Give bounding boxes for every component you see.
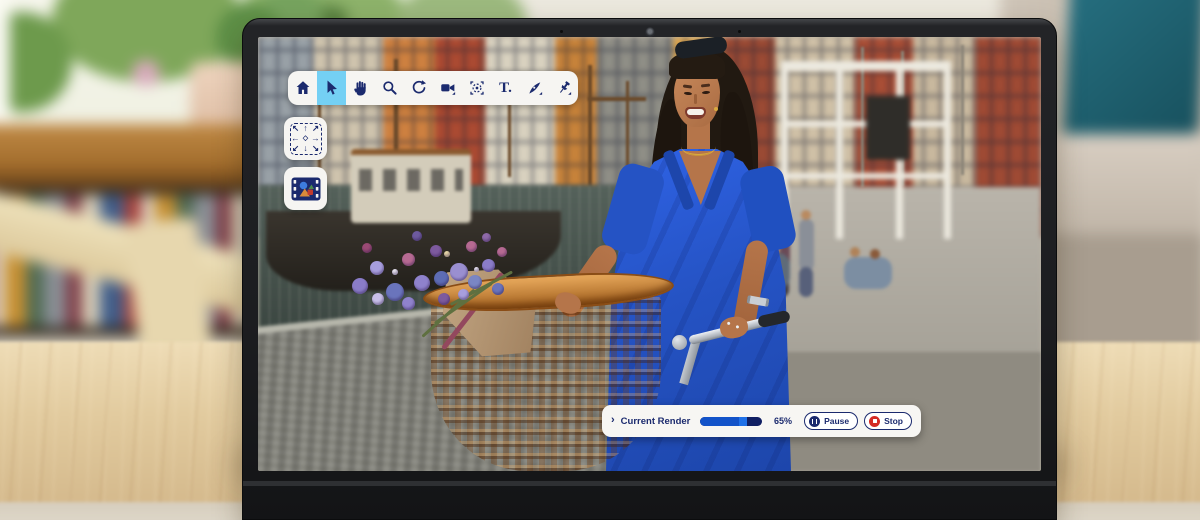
laptop: T. ↖↑↗ ←◇→ ↙↓↘ xyxy=(242,18,1057,520)
rotate-icon xyxy=(410,79,428,97)
microphone-dot xyxy=(560,30,563,33)
text-tool-label: T. xyxy=(499,81,512,96)
magnifier-icon xyxy=(381,79,399,97)
select-region-icon xyxy=(468,79,486,97)
smile xyxy=(685,107,706,119)
tool-rotate[interactable] xyxy=(404,71,433,105)
render-progress-panel: › Current Render 65% Pause Stop xyxy=(602,405,921,437)
tool-zoom[interactable] xyxy=(375,71,404,105)
move-arrows-icon: ↖↑↗ ←◇→ ↙↓↘ xyxy=(290,123,322,155)
laptop-screen: T. ↖↑↗ ←◇→ ↙↓↘ xyxy=(258,37,1041,471)
stop-icon xyxy=(869,416,880,427)
pointer-icon xyxy=(323,79,341,97)
person-head xyxy=(850,247,860,257)
transform-move-button[interactable]: ↖↑↗ ←◇→ ↙↓↘ xyxy=(284,117,327,160)
person-head xyxy=(870,249,880,259)
tool-video[interactable] xyxy=(433,71,462,105)
pause-icon xyxy=(809,416,820,427)
hand-icon xyxy=(352,79,370,97)
person-head xyxy=(801,210,811,220)
expand-chevron[interactable]: › xyxy=(611,415,615,426)
seated-group xyxy=(844,257,892,289)
pin-icon xyxy=(555,79,573,97)
person xyxy=(799,219,814,271)
home-icon xyxy=(294,79,312,97)
tool-select-region[interactable] xyxy=(462,71,491,105)
flower-bouquet xyxy=(342,223,532,349)
tool-pin[interactable] xyxy=(549,71,578,105)
render-label: Current Render xyxy=(621,416,691,427)
media-frames-button[interactable] xyxy=(284,167,327,210)
boat-mast xyxy=(961,45,964,175)
person-legs xyxy=(799,267,813,297)
progress-percent: 65% xyxy=(774,416,792,426)
dark-sign xyxy=(866,96,910,160)
boat-wheelhouse xyxy=(351,149,471,223)
pen-icon xyxy=(526,79,544,97)
progress-bar xyxy=(700,417,762,426)
stop-button[interactable]: Stop xyxy=(864,412,912,430)
tool-text[interactable]: T. xyxy=(491,71,520,105)
tool-home[interactable] xyxy=(288,71,317,105)
mast-yard xyxy=(588,97,646,101)
pause-button[interactable]: Pause xyxy=(804,412,858,430)
bike-bell xyxy=(672,335,687,350)
progress-fill xyxy=(700,417,738,426)
tool-hand[interactable] xyxy=(346,71,375,105)
nose xyxy=(694,94,697,104)
filmstrip-icon xyxy=(291,177,321,201)
editor-toolbar: T. xyxy=(288,71,578,105)
progress-active-segment xyxy=(739,417,747,426)
microphone-dot xyxy=(738,30,741,33)
video-camera-icon xyxy=(439,79,457,97)
webcam xyxy=(645,27,655,37)
gold-earring xyxy=(714,107,718,111)
laptop-hinge xyxy=(243,481,1056,486)
tool-pointer-selected[interactable] xyxy=(317,71,346,105)
gold-necklace xyxy=(684,141,713,156)
tool-pen[interactable] xyxy=(520,71,549,105)
